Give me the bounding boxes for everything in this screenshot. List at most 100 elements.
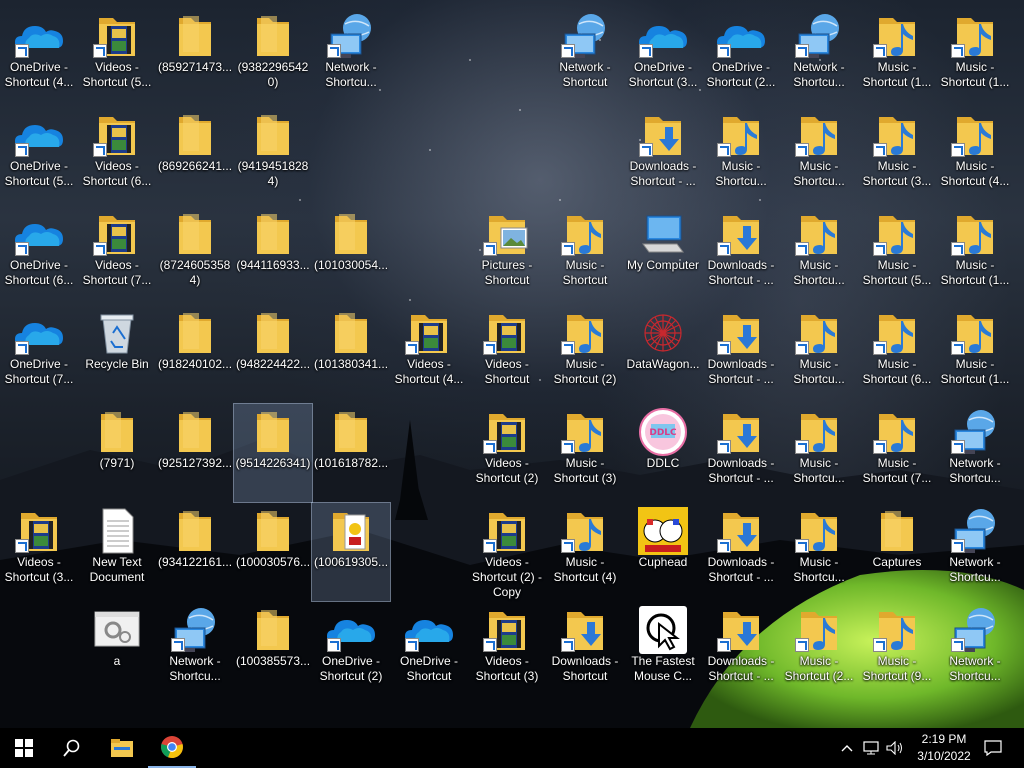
desktop-icon-folder[interactable]: (100030576... [234, 503, 312, 601]
desktop-icon-music[interactable]: Music - Shortcut (7... [858, 404, 936, 502]
chrome-taskbar-button[interactable] [148, 728, 196, 768]
desktop-icon-music[interactable]: Music - Shortcut (1... [936, 305, 1014, 403]
desktop-icon-cuphead[interactable]: Cuphead [624, 503, 702, 601]
desktop-icon-folder[interactable]: (859271473... [156, 8, 234, 106]
desktop-icon-mouse[interactable]: The Fastest Mouse C... [624, 602, 702, 700]
file-explorer-taskbar-button[interactable] [98, 728, 146, 768]
network-tray-button[interactable] [860, 728, 882, 768]
desktop-icon-downloads[interactable]: Downloads - Shortcut - ... [702, 206, 780, 304]
volume-tray-button[interactable] [884, 728, 906, 768]
desktop-icon-folder[interactable]: (869266241... [156, 107, 234, 205]
desktop-icon-ddlc[interactable]: DDLC DDLC [624, 404, 702, 502]
desktop-icon-folder[interactable]: (93822965420) [234, 8, 312, 106]
desktop-icon-folder[interactable]: (9514226341) [233, 403, 313, 503]
desktop-icon-music[interactable]: Music - Shortcu... [780, 404, 858, 502]
desktop-icon-label: Music - Shortcut (5... [862, 258, 932, 287]
clock[interactable]: 2:19 PM 3/10/2022 [909, 731, 979, 765]
desktop-icon-downloads[interactable]: Downloads - Shortcut - ... [702, 404, 780, 502]
desktop-icon-music[interactable]: Music - Shortcu... [702, 107, 780, 205]
desktop-icon-onedrive[interactable]: OneDrive - Shortcut (7... [0, 305, 78, 403]
desktop-icon-videos[interactable]: Videos - Shortcut (5... [78, 8, 156, 106]
onedrive-icon [403, 606, 455, 654]
shortcut-arrow-icon [951, 341, 965, 355]
desktop-icon-textdoc[interactable]: New Text Document [78, 503, 156, 601]
desktop-icon-music[interactable]: Music - Shortcut (1... [936, 206, 1014, 304]
desktop-icon-network[interactable]: Network - Shortcu... [936, 503, 1014, 601]
desktop-icon-videos[interactable]: Videos - Shortcut (3... [0, 503, 78, 601]
desktop-icon-downloads[interactable]: Downloads - Shortcut - ... [702, 305, 780, 403]
desktop-icon-pictures[interactable]: Pictures - Shortcut [468, 206, 546, 304]
desktop-icon-folder[interactable]: Captures [858, 503, 936, 601]
notification-icon [984, 740, 1002, 756]
desktop-icon-folder[interactable]: (101030054... [312, 206, 390, 304]
desktop-icon-network[interactable]: Network - Shortcu... [936, 404, 1014, 502]
desktop-icon-downloads[interactable]: Downloads - Shortcut [546, 602, 624, 700]
desktop-icon-folder[interactable]: (100385573... [234, 602, 312, 700]
desktop-icon-music[interactable]: Music - Shortcu... [780, 107, 858, 205]
desktop-icon-folder[interactable]: (925127392... [156, 404, 234, 502]
desktop-icon-network[interactable]: Network - Shortcu... [936, 602, 1014, 700]
desktop-icon-music[interactable]: Music - Shortcut (4) [546, 503, 624, 601]
desktop-icon-settings[interactable]: a [78, 602, 156, 700]
desktop-icon-onedrive[interactable]: OneDrive - Shortcut (4... [0, 8, 78, 106]
desktop-icon-music[interactable]: Music - Shortcut (2) [546, 305, 624, 403]
desktop-icon-music[interactable]: Music - Shortcut (4... [936, 107, 1014, 205]
show-hidden-icons-button[interactable] [838, 728, 856, 768]
desktop-icon-folder[interactable]: (934122161... [156, 503, 234, 601]
desktop-icon-downloads[interactable]: Downloads - Shortcut - ... [702, 503, 780, 601]
desktop-icon-onedrive[interactable]: OneDrive - Shortcut [390, 602, 468, 700]
desktop-icon-music[interactable]: Music - Shortcut (9... [858, 602, 936, 700]
music-icon [871, 12, 923, 60]
desktop-icon-folder[interactable]: (87246053584) [156, 206, 234, 304]
desktop-icon-onedrive[interactable]: OneDrive - Shortcut (5... [0, 107, 78, 205]
desktop-icon-videos[interactable]: Videos - Shortcut (3) [468, 602, 546, 700]
desktop-icon-music[interactable]: Music - Shortcut (1... [858, 8, 936, 106]
desktop-icon-folder[interactable]: (7971) [78, 404, 156, 502]
desktop-icon-music[interactable]: Music - Shortcu... [780, 503, 858, 601]
search-button[interactable] [48, 728, 96, 768]
desktop-icon-network[interactable]: Network - Shortcu... [312, 8, 390, 106]
shortcut-arrow-icon [795, 638, 809, 652]
desktop-icon-network[interactable]: Network - Shortcu... [780, 8, 858, 106]
desktop-icon-videos[interactable]: Videos - Shortcut [468, 305, 546, 403]
desktop-icon-folder[interactable]: (101380341... [312, 305, 390, 403]
desktop-icon-music[interactable]: Music - Shortcut (5... [858, 206, 936, 304]
desktop-icon-videos[interactable]: Videos - Shortcut (2) [468, 404, 546, 502]
desktop-icon-onedrive[interactable]: OneDrive - Shortcut (6... [0, 206, 78, 304]
desktop-icon-onedrive[interactable]: OneDrive - Shortcut (2) [312, 602, 390, 700]
desktop-icon-downloads[interactable]: Downloads - Shortcut - ... [702, 602, 780, 700]
desktop-icon-onedrive[interactable]: OneDrive - Shortcut (3... [624, 8, 702, 106]
desktop-icon-music[interactable]: Music - Shortcu... [780, 206, 858, 304]
desktop-icon-folder[interactable]: (948224422... [234, 305, 312, 403]
settings-icon [91, 606, 143, 654]
desktop-icon-music[interactable]: Music - Shortcu... [780, 305, 858, 403]
desktop-icon-label: Videos - Shortcut (4... [394, 357, 464, 386]
desktop-icon-music[interactable]: Music - Shortcut (1... [936, 8, 1014, 106]
desktop-icon-music[interactable]: Music - Shortcut (3... [858, 107, 936, 205]
desktop-icon-datawagon[interactable]: DataWagon... [624, 305, 702, 403]
shortcut-arrow-icon [15, 242, 29, 256]
desktop-icon-music[interactable]: Music - Shortcut [546, 206, 624, 304]
desktop-icon-folder[interactable]: (94194518284) [234, 107, 312, 205]
desktop-icon-folder[interactable]: (944116933... [234, 206, 312, 304]
desktop-icon-videos[interactable]: Videos - Shortcut (7... [78, 206, 156, 304]
desktop-icon-folder[interactable]: (918240102... [156, 305, 234, 403]
desktop-icon-music[interactable]: Music - Shortcut (2... [780, 602, 858, 700]
desktop-icon-videos[interactable]: Videos - Shortcut (2) - Copy [468, 503, 546, 601]
desktop-icon-videos[interactable]: Videos - Shortcut (4... [390, 305, 468, 403]
desktop-icon-music[interactable]: Music - Shortcut (3) [546, 404, 624, 502]
start-button[interactable] [0, 728, 48, 768]
desktop-icon-downloads[interactable]: Downloads - Shortcut - ... [624, 107, 702, 205]
desktop-icon-folderimg[interactable]: (100619305... [311, 502, 391, 602]
desktop-icon-onedrive[interactable]: OneDrive - Shortcut (2... [702, 8, 780, 106]
desktop-icon-music[interactable]: Music - Shortcut (6... [858, 305, 936, 403]
desktop-icon-recycle[interactable]: Recycle Bin [78, 305, 156, 403]
desktop-icon-network[interactable]: Network - Shortcut [546, 8, 624, 106]
desktop-icon-label: Downloads - Shortcut - ... [707, 654, 775, 683]
desktop-icon-videos[interactable]: Videos - Shortcut (6... [78, 107, 156, 205]
desktop[interactable]: OneDrive - Shortcut (4... Videos - Shortc… [0, 0, 1024, 728]
desktop-icon-folder[interactable]: (101618782... [312, 404, 390, 502]
desktop-icon-computer[interactable]: My Computer [624, 206, 702, 304]
desktop-icon-network[interactable]: Network - Shortcu... [156, 602, 234, 700]
action-center-button[interactable] [978, 728, 1008, 768]
